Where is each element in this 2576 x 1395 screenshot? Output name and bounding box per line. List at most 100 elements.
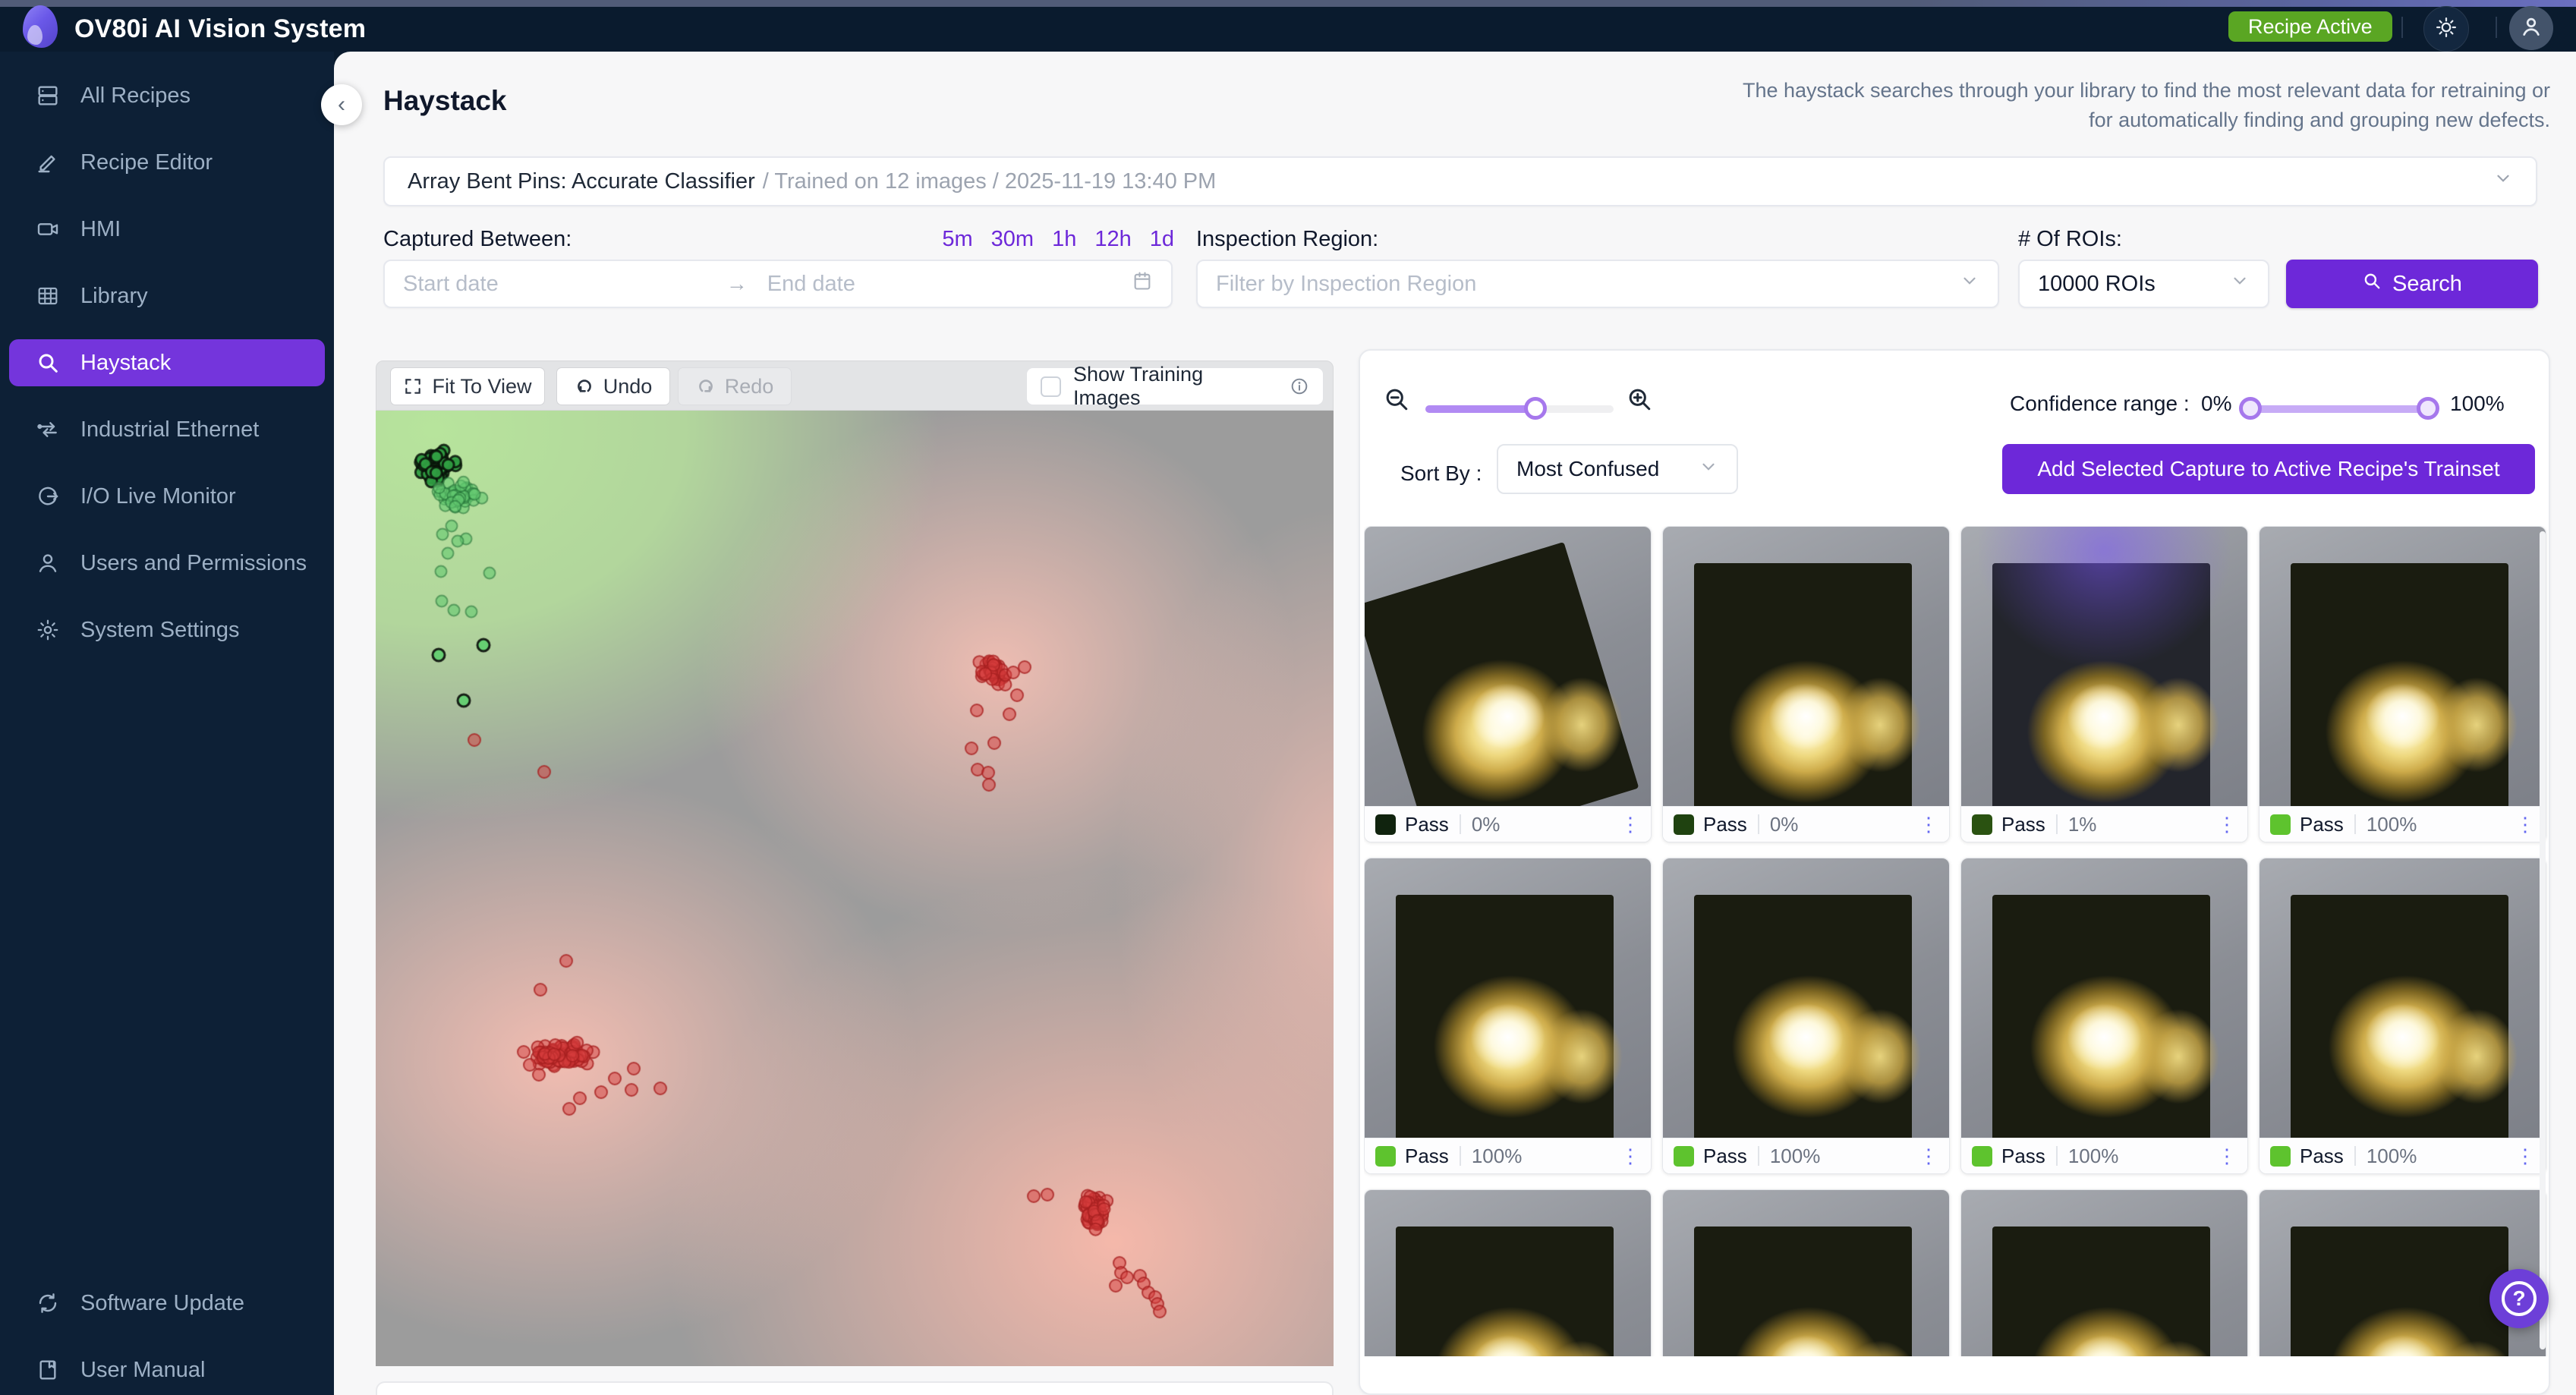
quick-range-5m[interactable]: 5m (942, 227, 972, 252)
capture-tile[interactable]: Pass1%⋮ (1960, 526, 2248, 842)
fit-to-view-button[interactable]: Fit To View (390, 367, 545, 405)
chevron-down-icon (1960, 271, 1979, 297)
embedding-scatter-plot[interactable] (376, 411, 1334, 1366)
sidebar-item-all-recipes[interactable]: All Recipes (9, 72, 325, 119)
capture-tile[interactable] (1662, 1189, 1950, 1356)
sidebar-item-label: Recipe Editor (80, 150, 213, 175)
topbar-divider (2401, 17, 2403, 38)
tile-menu-kebab-icon[interactable]: ⋮ (1620, 1146, 1640, 1166)
roi-count-select[interactable]: 10000 ROIs (2018, 260, 2269, 308)
roi-capture-image[interactable] (1365, 1190, 1651, 1356)
chevron-down-icon (2230, 271, 2250, 297)
roi-capture-image[interactable] (1663, 858, 1949, 1138)
sort-by-label: Sort By : (1400, 461, 1482, 486)
inspection-region-select[interactable]: Filter by Inspection Region (1196, 260, 1999, 308)
tile-class-label: Pass (1405, 1145, 1449, 1168)
end-date-placeholder: End date (767, 272, 855, 297)
tile-footer-divider (1758, 814, 1759, 834)
map-zoom-slider[interactable] (1425, 405, 1614, 413)
tile-menu-kebab-icon[interactable]: ⋮ (1919, 1146, 1938, 1166)
roi-capture-image[interactable] (2260, 858, 2546, 1138)
hmi-icon (35, 216, 61, 242)
quick-range-1d[interactable]: 1d (1150, 227, 1174, 252)
app-logo (23, 5, 58, 48)
show-training-images-toggle[interactable]: Show Training Images (1026, 367, 1324, 405)
roi-capture-image[interactable] (1365, 527, 1651, 806)
search-button[interactable]: Search (2286, 260, 2538, 308)
tile-menu-kebab-icon[interactable]: ⋮ (1620, 814, 1640, 834)
zoom-out-icon[interactable] (1383, 386, 1410, 417)
results-scrollbar[interactable] (2540, 531, 2546, 1349)
sidebar-item-users-and-permissions[interactable]: Users and Permissions (9, 540, 325, 587)
tile-menu-kebab-icon[interactable]: ⋮ (2515, 1146, 2535, 1166)
capture-tile[interactable]: Pass100%⋮ (2259, 858, 2546, 1174)
page-description: The haystack searches through your libra… (1730, 76, 2550, 135)
tile-confidence: 1% (2068, 813, 2097, 836)
tile-confidence: 100% (1770, 1145, 1821, 1168)
calendar-icon[interactable] (1132, 270, 1153, 298)
sidebar-item-software-update[interactable]: Software Update (9, 1280, 325, 1327)
date-range-input[interactable]: Start date → End date (383, 260, 1173, 308)
capture-tile[interactable]: Pass0%⋮ (1364, 526, 1652, 842)
redo-button[interactable]: Redo (678, 367, 792, 405)
tile-menu-kebab-icon[interactable]: ⋮ (2515, 814, 2535, 834)
capture-tile[interactable] (1364, 1189, 1652, 1356)
scatter-canvas[interactable] (376, 411, 1334, 1366)
quick-range-12h[interactable]: 12h (1094, 227, 1131, 252)
roi-capture-image[interactable] (1961, 1190, 2247, 1356)
sidebar-item-user-manual[interactable]: User Manual (9, 1346, 325, 1393)
help-button[interactable]: ? (2489, 1269, 2549, 1328)
sidebar-item-system-settings[interactable]: System Settings (9, 606, 325, 653)
captured-between-label: Captured Between: (383, 227, 572, 252)
sidebar-item-industrial-ethernet[interactable]: Industrial Ethernet (9, 406, 325, 453)
sidebar-item-recipe-editor[interactable]: Recipe Editor (9, 139, 325, 186)
results-grid-viewport: Pass0%⋮Pass0%⋮Pass1%⋮Pass100%⋮Pass100%⋮P… (1364, 526, 2548, 1356)
tile-footer-divider (1758, 1146, 1759, 1166)
capture-tile[interactable]: Pass100%⋮ (1364, 858, 1652, 1174)
sidebar-item-library[interactable]: Library (9, 272, 325, 320)
quick-range-1h[interactable]: 1h (1052, 227, 1076, 252)
capture-tile[interactable]: Pass0%⋮ (1662, 526, 1950, 842)
roi-capture-image[interactable] (1663, 1190, 1949, 1356)
io-icon (35, 483, 61, 509)
tile-menu-kebab-icon[interactable]: ⋮ (2217, 1146, 2237, 1166)
confidence-slider-handle-min[interactable] (2239, 397, 2262, 420)
confidence-range-slider[interactable] (2244, 405, 2435, 413)
recipe-selector[interactable]: Array Bent Pins: Accurate Classifier / T… (383, 156, 2537, 206)
add-to-trainset-button[interactable]: Add Selected Capture to Active Recipe's … (2002, 444, 2535, 494)
roi-capture-image[interactable] (1365, 858, 1651, 1138)
sidebar-collapse-button[interactable]: ‹ (321, 84, 362, 125)
roi-capture-image[interactable] (1961, 527, 2247, 806)
search-icon (35, 350, 61, 376)
add-to-trainset-label: Add Selected Capture to Active Recipe's … (2037, 457, 2499, 481)
roi-capture-image[interactable] (1961, 858, 2247, 1138)
map-zoom-slider-handle[interactable] (1524, 397, 1547, 420)
capture-tile[interactable] (1960, 1189, 2248, 1356)
user-avatar-button[interactable] (2509, 6, 2553, 50)
sidebar-item-hmi[interactable]: HMI (9, 206, 325, 253)
sort-by-select[interactable]: Most Confused (1497, 444, 1738, 494)
sidebar-item-label: System Settings (80, 618, 240, 643)
theme-toggle-button[interactable] (2423, 6, 2469, 52)
roi-capture-image[interactable] (1663, 527, 1949, 806)
pencil-icon (35, 150, 61, 175)
roi-capture-image[interactable] (2260, 527, 2546, 806)
undo-button[interactable]: Undo (556, 367, 670, 405)
capture-tile[interactable]: Pass100%⋮ (1960, 858, 2248, 1174)
tile-footer: Pass100%⋮ (1365, 1138, 1651, 1173)
recipes-icon (35, 83, 61, 109)
zoom-in-icon[interactable] (1626, 386, 1653, 417)
capture-tile[interactable]: Pass100%⋮ (1662, 858, 1950, 1174)
user-icon (2519, 14, 2543, 43)
capture-tile[interactable]: Pass100%⋮ (2259, 526, 2546, 842)
sidebar-item-haystack[interactable]: Haystack (9, 339, 325, 386)
tile-menu-kebab-icon[interactable]: ⋮ (1919, 814, 1938, 834)
show-training-checkbox[interactable] (1041, 376, 1061, 397)
tile-menu-kebab-icon[interactable]: ⋮ (2217, 814, 2237, 834)
tile-footer-divider (1460, 1146, 1461, 1166)
confidence-slider-handle-max[interactable] (2417, 397, 2439, 420)
recipe-meta: / Trained on 12 images / 2025-11-19 13:4… (763, 169, 1217, 194)
app-title: OV80i AI Vision System (74, 14, 366, 45)
quick-range-30m[interactable]: 30m (991, 227, 1034, 252)
sidebar-item-i-o-live-monitor[interactable]: I/O Live Monitor (9, 473, 325, 520)
